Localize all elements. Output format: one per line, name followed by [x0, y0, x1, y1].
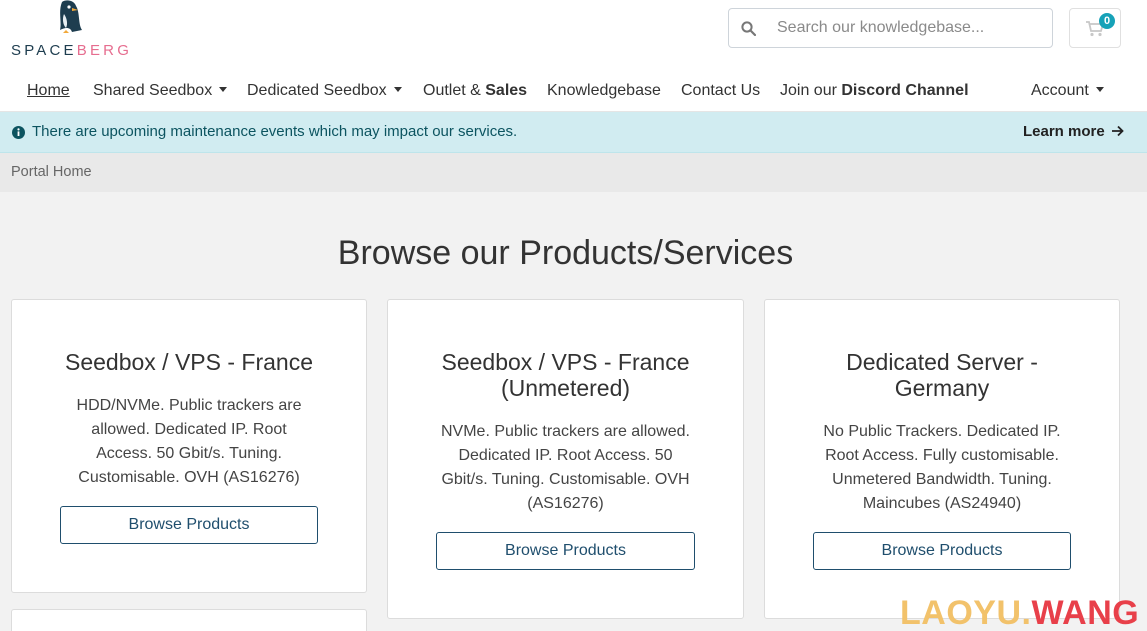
- nav-discord[interactable]: Join our Discord Channel: [780, 78, 969, 104]
- product-card: Seedbox / VPS - France HDD/NVMe. Public …: [11, 299, 367, 593]
- cart-button[interactable]: 0: [1069, 8, 1121, 48]
- nav-sales-label: Sales: [485, 82, 528, 99]
- desc-line: Dedicated IP. Root Access. 50: [458, 447, 673, 464]
- desc-line: (AS16276): [527, 495, 604, 512]
- learn-more-label: Learn more: [1023, 123, 1105, 140]
- product-card-title: Seedbox / VPS - France: [64, 349, 313, 375]
- desc-line: Gbit/s. Tuning. Customisable. OVH: [441, 471, 690, 488]
- browse-products-button[interactable]: Browse Products: [436, 532, 695, 570]
- watermark-part2: WANG: [1031, 594, 1140, 631]
- browse-products-button[interactable]: Browse Products: [813, 532, 1071, 570]
- product-card-description: No Public Trackers. Dedicated IP. Root A…: [765, 420, 1119, 516]
- info-icon: [12, 126, 25, 139]
- product-card-description: HDD/NVMe. Public trackers are allowed. D…: [12, 394, 366, 490]
- breadcrumb-portal-home: Portal Home: [11, 164, 92, 180]
- desc-line: HDD/NVMe. Public trackers are: [76, 397, 302, 414]
- chevron-down-icon: [1095, 87, 1104, 93]
- desc-line: No Public Trackers. Dedicated IP.: [823, 423, 1061, 440]
- main-nav: Home Shared Seedbox Dedicated Seedbox Ou…: [0, 78, 1147, 106]
- penguin-logo-icon: [60, 0, 82, 33]
- product-card: Dedicated Server - Germany No Public Tra…: [764, 299, 1120, 619]
- cart-count-badge: 0: [1099, 13, 1115, 29]
- product-card: Seedbox / VPS - France (Unmetered) NVMe.…: [387, 299, 744, 619]
- nav-discord-label: Discord Channel: [841, 82, 969, 99]
- nav-outlet-sales[interactable]: Outlet & Sales: [423, 78, 527, 104]
- desc-line: Customisable. OVH (AS16276): [78, 469, 300, 486]
- browse-products-button[interactable]: Browse Products: [60, 506, 318, 544]
- product-card-title: Seedbox / VPS - France (Unmetered): [388, 349, 743, 401]
- chevron-down-icon: [219, 87, 228, 93]
- product-card-title: Dedicated Server - Germany: [765, 349, 1119, 401]
- card-title-line: (Unmetered): [500, 375, 631, 401]
- desc-line: Unmetered Bandwidth. Tuning.: [832, 471, 1052, 488]
- nav-discord-prefix: Join our: [780, 82, 842, 99]
- desc-line: NVMe. Public trackers are allowed.: [441, 423, 690, 440]
- arrow-right-icon: [1111, 125, 1124, 137]
- product-card: [11, 609, 367, 631]
- nav-account-label: Account: [1031, 82, 1089, 99]
- search-input[interactable]: [777, 9, 1047, 47]
- site-header: SPACEBERG 0 Home Shared Seedbox Dedicate…: [0, 0, 1147, 112]
- alert-message: There are upcoming maintenance events wh…: [32, 123, 518, 140]
- breadcrumb: Portal Home: [0, 153, 1147, 192]
- desc-line: allowed. Dedicated IP. Root: [91, 421, 287, 438]
- nav-account[interactable]: Account: [1031, 78, 1104, 104]
- chevron-down-icon: [393, 87, 402, 93]
- nav-shared-seedbox-label: Shared Seedbox: [93, 82, 213, 99]
- card-title-line: Dedicated Server -: [846, 349, 1038, 375]
- desc-line: Maincubes (AS24940): [862, 495, 1022, 512]
- brand-wordmark: SPACEBERG: [11, 42, 133, 59]
- nav-knowledgebase[interactable]: Knowledgebase: [547, 78, 661, 104]
- watermark-part1: LAOYU.: [900, 594, 1032, 631]
- learn-more-link[interactable]: Learn more: [1023, 123, 1124, 140]
- nav-shared-seedbox[interactable]: Shared Seedbox: [93, 78, 228, 104]
- card-title-line: Seedbox / VPS - France: [441, 349, 690, 375]
- page-title: Browse our Products/Services: [337, 234, 794, 272]
- desc-line: Root Access. Fully customisable.: [825, 447, 1059, 464]
- product-card-description: NVMe. Public trackers are allowed. Dedic…: [388, 420, 743, 516]
- brand-logo[interactable]: SPACEBERG: [10, 0, 140, 62]
- nav-outlet-label: Outlet &: [423, 82, 486, 99]
- search-box: [728, 8, 1053, 48]
- search-icon: [741, 21, 756, 36]
- desc-line: Access. 50 Gbit/s. Tuning.: [96, 445, 282, 462]
- nav-dedicated-seedbox-label: Dedicated Seedbox: [247, 82, 387, 99]
- nav-dedicated-seedbox[interactable]: Dedicated Seedbox: [247, 78, 402, 104]
- nav-home[interactable]: Home: [27, 78, 70, 104]
- card-title-line: Germany: [894, 375, 990, 401]
- maintenance-alert: There are upcoming maintenance events wh…: [0, 112, 1147, 153]
- nav-contact-us[interactable]: Contact Us: [681, 78, 760, 104]
- watermark: LAOYU.WANG: [900, 596, 1139, 630]
